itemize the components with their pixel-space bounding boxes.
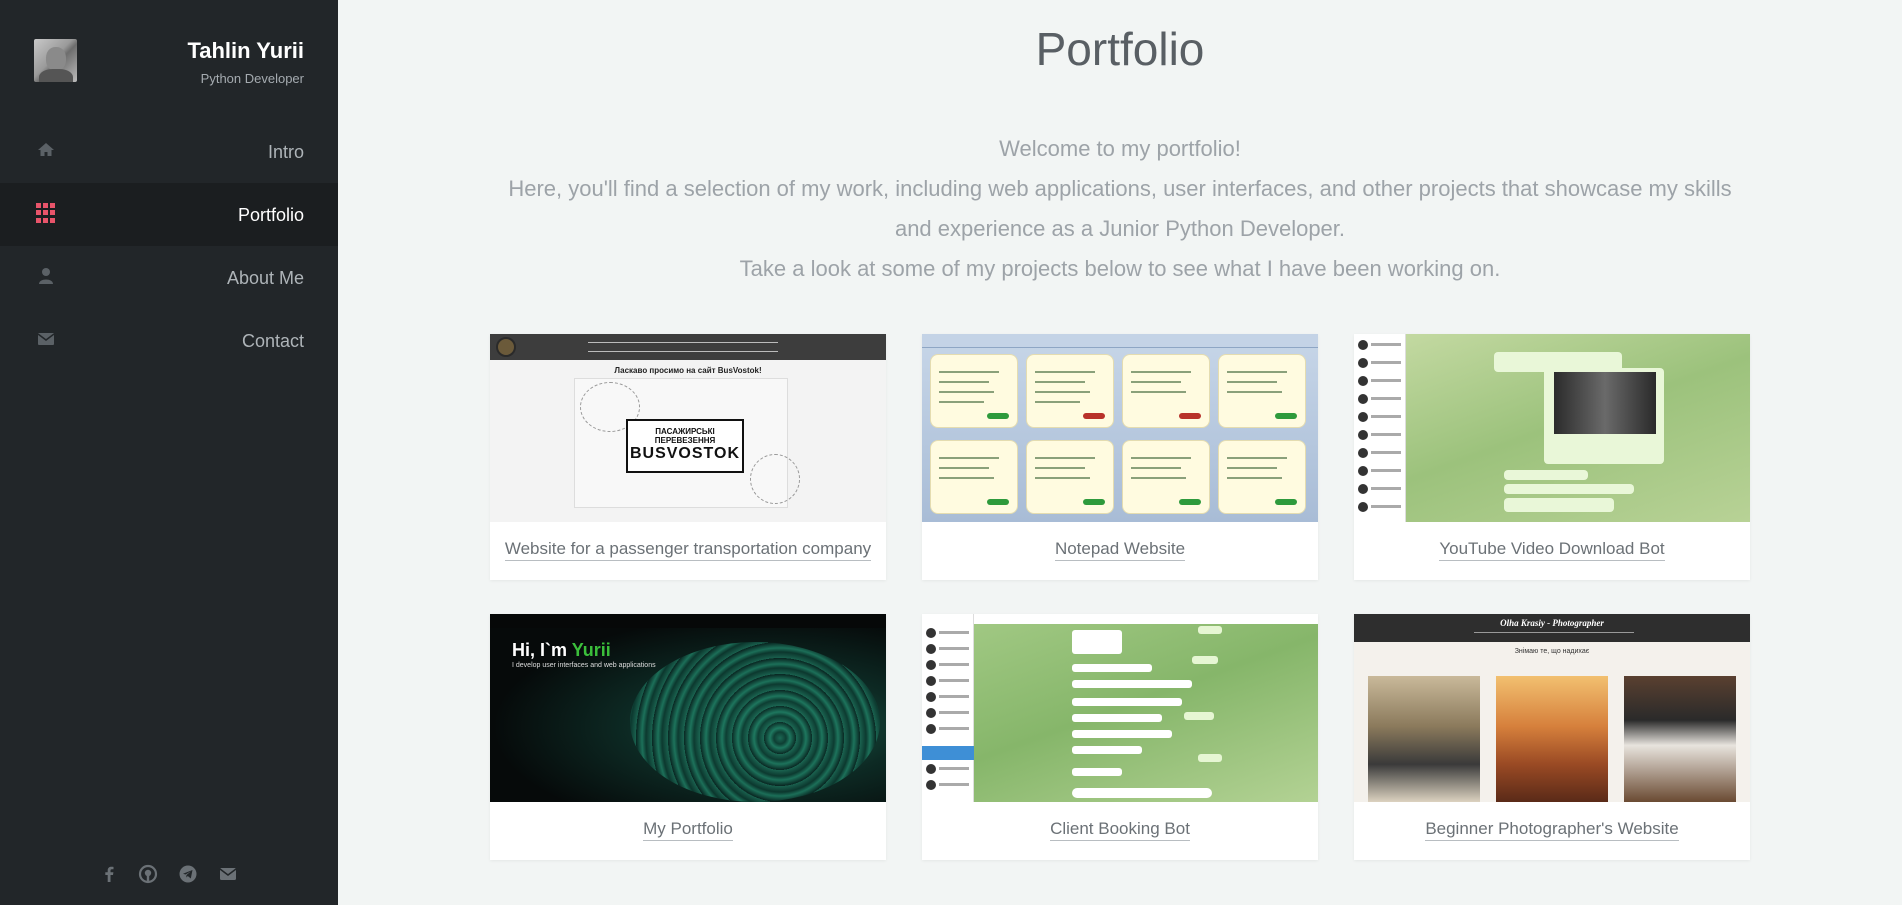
thumbnail-poster: ПАСАЖИРСЬКІ ПЕРЕВЕЗЕННЯ BUSVOSTOK xyxy=(626,419,744,473)
project-thumbnail[interactable]: Ласкаво просимо на сайт BusVostok! ПАСАЖ… xyxy=(490,334,886,522)
project-title-link[interactable]: Website for a passenger transportation c… xyxy=(504,539,872,561)
main-content: Portfolio Welcome to my portfolio! Here,… xyxy=(338,0,1902,905)
nav-item-portfolio[interactable]: Portfolio xyxy=(0,183,338,246)
project-title-link[interactable]: YouTube Video Download Bot xyxy=(1439,539,1665,561)
project-title-link[interactable]: Beginner Photographer's Website xyxy=(1425,819,1679,841)
project-thumbnail[interactable] xyxy=(1354,334,1750,522)
avatar[interactable] xyxy=(34,39,77,82)
project-title-link[interactable]: My Portfolio xyxy=(643,819,733,841)
wedding-photo xyxy=(1368,676,1480,802)
github-icon[interactable] xyxy=(137,863,159,885)
envelope-icon xyxy=(36,329,56,349)
nav-item-intro[interactable]: Intro xyxy=(0,120,338,183)
nav-item-label: Portfolio xyxy=(237,205,304,225)
intro-line: Here, you'll find a selection of my work… xyxy=(508,176,1732,241)
project-card-client-booking-bot[interactable]: Client Booking Bot xyxy=(922,614,1318,860)
project-card-my-portfolio[interactable]: Hi, I`m Yurii I develop user interfaces … xyxy=(490,614,886,860)
profile-section: Tahlin Yurii Python Developer xyxy=(0,0,338,120)
profile-role: Python Developer xyxy=(200,71,304,86)
page-title: Portfolio xyxy=(1035,23,1205,75)
social-links xyxy=(0,863,338,887)
facebook-icon[interactable] xyxy=(98,863,120,885)
logo-icon xyxy=(496,337,516,357)
thumbnail-site-title: Olha Krasiy - Photographer xyxy=(1500,618,1604,628)
thumbnail-heading: Ласкаво просимо на сайт BusVostok! xyxy=(614,366,762,375)
project-thumbnail[interactable]: Olha Krasiy - Photographer Знімаю те, що… xyxy=(1354,614,1750,802)
wedding-photo xyxy=(1624,676,1736,802)
profile-name[interactable]: Tahlin Yurii xyxy=(187,38,304,64)
home-icon xyxy=(36,140,56,160)
thumbnail-subtitle: I develop user interfaces and web applic… xyxy=(512,662,656,669)
project-thumbnail[interactable] xyxy=(922,334,1318,522)
nav-item-label: Contact xyxy=(241,331,304,351)
project-title-link[interactable]: Notepad Website xyxy=(1054,539,1186,561)
nav-item-label: Intro xyxy=(267,142,304,162)
sidebar-nav: Intro Portfolio About Me Contact xyxy=(0,120,338,372)
project-thumbnail[interactable]: Hi, I`m Yurii I develop user interfaces … xyxy=(490,614,886,802)
telegram-icon[interactable] xyxy=(177,863,199,885)
sidebar: Tahlin Yurii Python Developer Intro Port… xyxy=(0,0,338,905)
project-card-passenger-transport[interactable]: Ласкаво просимо на сайт BusVostok! ПАСАЖ… xyxy=(490,334,886,580)
grid-icon xyxy=(36,203,56,223)
wedding-photo xyxy=(1496,676,1608,802)
project-title-link[interactable]: Client Booking Bot xyxy=(1050,819,1190,841)
thumbnail-greeting: Hi, I`m Yurii xyxy=(512,640,611,660)
nav-item-contact[interactable]: Contact xyxy=(0,309,338,372)
project-card-photographer-website[interactable]: Olha Krasiy - Photographer Знімаю те, що… xyxy=(1354,614,1750,860)
nav-item-label: About Me xyxy=(226,268,304,288)
intro-line: Take a look at some of my projects below… xyxy=(739,256,1501,281)
nav-item-about-me[interactable]: About Me xyxy=(0,246,338,309)
user-icon xyxy=(36,266,56,286)
project-card-notepad[interactable]: Notepad Website xyxy=(922,334,1318,580)
project-card-youtube-bot[interactable]: YouTube Video Download Bot xyxy=(1354,334,1750,580)
intro-text: Welcome to my portfolio! Here, you'll fi… xyxy=(488,129,1752,289)
intro-line: Welcome to my portfolio! xyxy=(999,136,1241,161)
email-icon[interactable] xyxy=(217,863,239,885)
project-thumbnail[interactable] xyxy=(922,614,1318,802)
thumbnail-heading: Знімаю те, що надихає xyxy=(1514,648,1590,655)
